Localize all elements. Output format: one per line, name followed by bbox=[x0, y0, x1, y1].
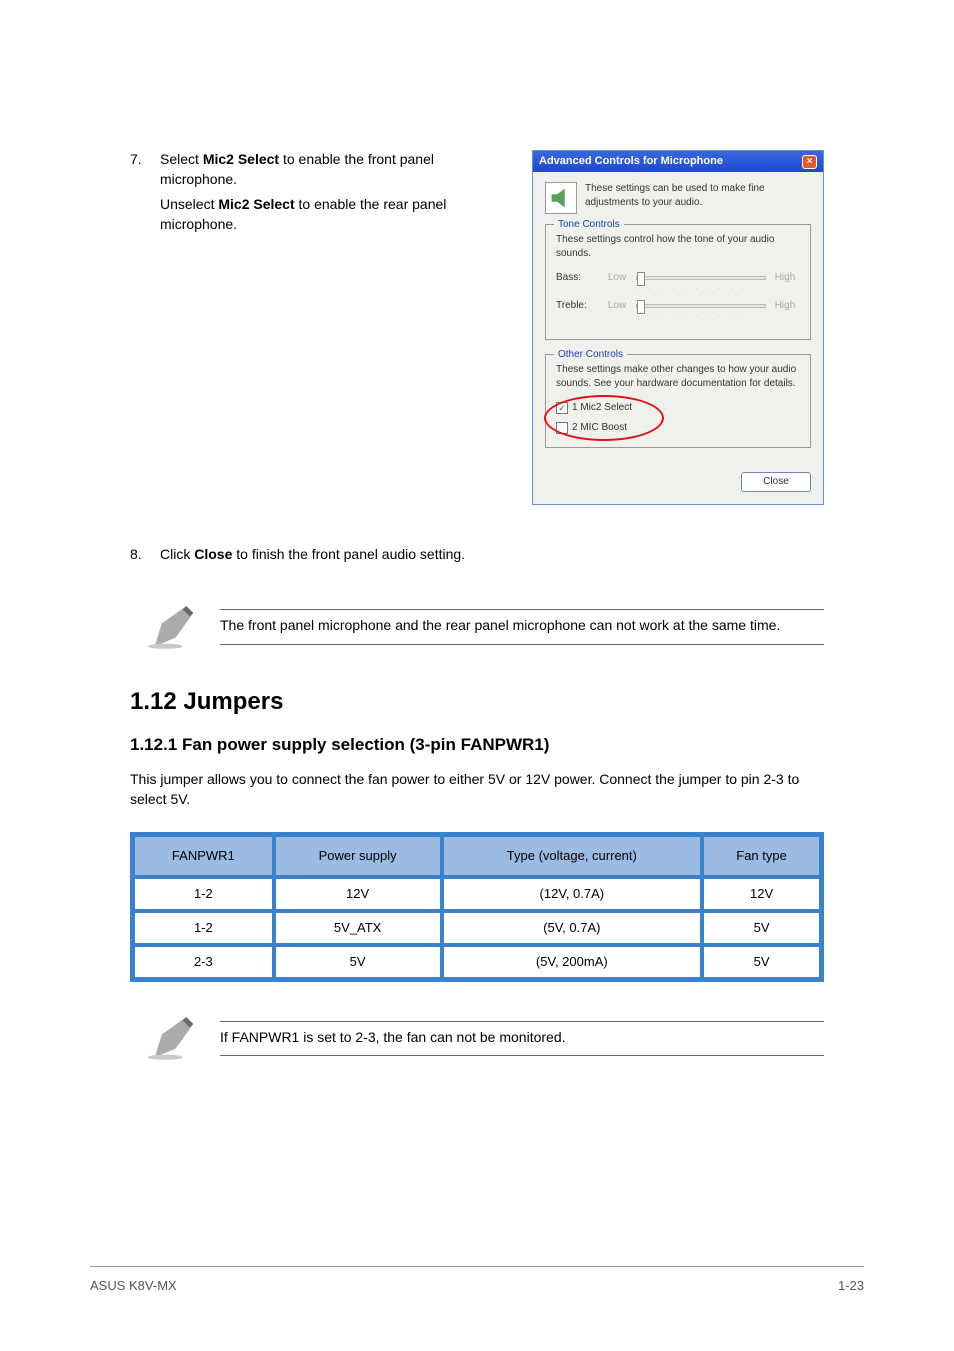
section-subtitle-1-12-1: 1.12.1 Fan power supply selection (3-pin… bbox=[130, 733, 824, 757]
emph: Mic2 Select bbox=[218, 196, 294, 212]
step-7: 7. Select Mic2 Select to enable the fron… bbox=[130, 150, 824, 505]
col-header: Type (voltage, current) bbox=[442, 835, 703, 877]
section-title-1-12: 1.12 Jumpers bbox=[130, 685, 824, 719]
pen-icon bbox=[146, 1010, 202, 1066]
page-footer: ASUS K8V-MX 1-23 bbox=[90, 1266, 864, 1295]
other-controls-group: Other Controls These settings make other… bbox=[545, 354, 811, 448]
dialog-top-text: These settings can be used to make fine … bbox=[585, 182, 811, 210]
high-label: High bbox=[770, 271, 800, 285]
jumpers-body: This jumper allows you to connect the fa… bbox=[130, 770, 824, 809]
treble-slider-row: Treble: Low · · · · · · · · · · High bbox=[556, 299, 800, 313]
cell: 5V bbox=[702, 945, 821, 979]
bass-label: Bass: bbox=[556, 271, 602, 285]
tone-controls-group: Tone Controls These settings control how… bbox=[545, 224, 811, 340]
emph: Mic2 Select bbox=[203, 151, 279, 167]
dialog-title-text: Advanced Controls for Microphone bbox=[539, 154, 723, 169]
footer-left: ASUS K8V-MX bbox=[90, 1277, 177, 1295]
divider bbox=[220, 644, 824, 645]
dialog-screenshot: Advanced Controls for Microphone × These… bbox=[500, 150, 824, 505]
other-desc: These settings make other changes to how… bbox=[556, 363, 800, 391]
text: Unselect bbox=[160, 196, 218, 212]
low-label: Low bbox=[602, 271, 632, 285]
slider-thumb bbox=[637, 300, 645, 314]
speaker-icon bbox=[545, 182, 577, 214]
bass-slider-row: Bass: Low · · · · · · · · · · High bbox=[556, 271, 800, 285]
high-label: High bbox=[770, 299, 800, 313]
cell: (12V, 0.7A) bbox=[442, 877, 703, 911]
step-8: 8. Click Close to finish the front panel… bbox=[130, 545, 824, 571]
text: Select bbox=[160, 151, 203, 167]
table-row: 2-3 5V (5V, 200mA) 5V bbox=[133, 945, 821, 979]
col-header: FANPWR1 bbox=[133, 835, 274, 877]
step7-text: Select Mic2 Select to enable the front p… bbox=[160, 150, 480, 505]
other-legend: Other Controls bbox=[554, 348, 627, 362]
cell: (5V, 0.7A) bbox=[442, 911, 703, 945]
cell: 5V bbox=[274, 945, 442, 979]
table-row: 1-2 12V (12V, 0.7A) 12V bbox=[133, 877, 821, 911]
cell: 12V bbox=[274, 877, 442, 911]
text: Click bbox=[160, 546, 194, 562]
pen-icon bbox=[146, 599, 202, 655]
tone-desc: These settings control how the tone of y… bbox=[556, 233, 800, 261]
cell: 5V bbox=[702, 911, 821, 945]
tone-legend: Tone Controls bbox=[554, 218, 624, 232]
fanpwr-table: FANPWR1 Power supply Type (voltage, curr… bbox=[130, 832, 824, 983]
cell: 2-3 bbox=[133, 945, 274, 979]
divider bbox=[220, 1055, 824, 1056]
cell: (5V, 200mA) bbox=[442, 945, 703, 979]
cell: 1-2 bbox=[133, 877, 274, 911]
emph: Close bbox=[194, 546, 232, 562]
note-block-2: If FANPWR1 is set to 2-3, the fan can no… bbox=[146, 1010, 824, 1066]
cell: 1-2 bbox=[133, 911, 274, 945]
step-number: 8. bbox=[130, 545, 160, 571]
cell: 5V_ATX bbox=[274, 911, 442, 945]
note-text: The front panel microphone and the rear … bbox=[220, 610, 824, 644]
footer-right: 1-23 bbox=[838, 1277, 864, 1295]
bass-slider: · · · · · · · · · · bbox=[636, 276, 766, 280]
treble-slider: · · · · · · · · · · bbox=[636, 304, 766, 308]
table-row: 1-2 5V_ATX (5V, 0.7A) 5V bbox=[133, 911, 821, 945]
close-button: Close bbox=[741, 472, 811, 492]
cell: 12V bbox=[702, 877, 821, 911]
col-header: Fan type bbox=[702, 835, 821, 877]
low-label: Low bbox=[602, 299, 632, 313]
dialog-titlebar: Advanced Controls for Microphone × bbox=[533, 151, 823, 172]
text: to finish the front panel audio setting. bbox=[232, 546, 465, 562]
slider-thumb bbox=[637, 272, 645, 286]
note-block-1: The front panel microphone and the rear … bbox=[146, 599, 824, 655]
col-header: Power supply bbox=[274, 835, 442, 877]
step-number: 7. bbox=[130, 150, 160, 505]
treble-label: Treble: bbox=[556, 299, 602, 313]
close-icon: × bbox=[802, 155, 817, 169]
note-text: If FANPWR1 is set to 2-3, the fan can no… bbox=[220, 1022, 824, 1056]
